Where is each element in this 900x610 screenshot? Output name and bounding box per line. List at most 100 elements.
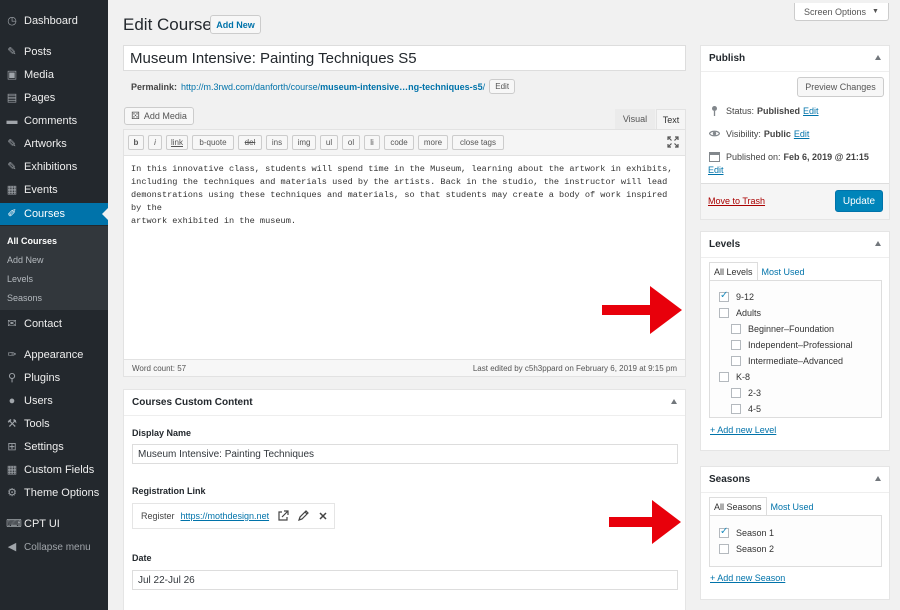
update-button[interactable]: Update xyxy=(835,190,883,212)
submenu-all-courses[interactable]: All Courses xyxy=(7,236,57,246)
level-checkbox[interactable] xyxy=(719,290,729,302)
level-9-12[interactable]: 9-12 xyxy=(719,290,754,302)
collapse-menu[interactable]: ◀ Collapse menu xyxy=(0,536,108,558)
add-new-season-link[interactable]: + Add new Season xyxy=(710,573,785,583)
level-checkbox[interactable] xyxy=(731,340,741,350)
nav-media[interactable]: ▣ Media xyxy=(0,64,108,86)
nav-settings[interactable]: ⊞ Settings xyxy=(0,436,108,458)
permalink-link[interactable]: http://m.3rwd.com/danforth/course/museum… xyxy=(181,82,485,92)
visibility-edit-link[interactable]: Edit xyxy=(794,129,810,139)
submenu-add-new[interactable]: Add New xyxy=(7,255,44,265)
level-4-5[interactable]: 4-5 xyxy=(731,404,761,414)
custom-content-title[interactable]: Courses Custom Content xyxy=(124,390,685,416)
tab-all-levels[interactable]: All Levels xyxy=(709,262,758,281)
season-1[interactable]: Season 1 xyxy=(719,526,774,538)
qt-ol-button[interactable]: ol xyxy=(342,135,360,150)
levels-title[interactable]: Levels xyxy=(701,232,889,258)
level-checkbox[interactable] xyxy=(719,372,729,382)
qt-code-button[interactable]: code xyxy=(384,135,414,150)
tab-most-used-levels[interactable]: Most Used xyxy=(758,262,809,281)
qt-bquote-button[interactable]: b-quote xyxy=(192,135,234,150)
level-checkbox[interactable] xyxy=(731,324,741,334)
move-to-trash-link[interactable]: Move to Trash xyxy=(708,196,765,206)
status-edit-link[interactable]: Edit xyxy=(803,106,819,116)
tab-most-used-seasons[interactable]: Most Used xyxy=(767,497,818,516)
external-link-icon[interactable] xyxy=(277,510,289,522)
seasons-checklist[interactable]: Season 1 Season 2 xyxy=(709,515,882,567)
level-independent-professional[interactable]: Independent–Professional xyxy=(731,340,853,350)
nav-dashboard[interactable]: ◷ Dashboard xyxy=(0,10,108,32)
seasons-title[interactable]: Seasons xyxy=(701,467,889,493)
tab-text[interactable]: Text xyxy=(656,109,686,129)
level-beginner-foundation[interactable]: Beginner–Foundation xyxy=(731,324,834,334)
season-checkbox[interactable] xyxy=(719,526,729,538)
add-new-button[interactable]: Add New xyxy=(210,15,261,34)
nav-pages[interactable]: ▤ Pages xyxy=(0,87,108,109)
season-checkbox[interactable] xyxy=(719,544,729,554)
fullscreen-icon[interactable] xyxy=(667,136,679,148)
tab-all-seasons[interactable]: All Seasons xyxy=(709,497,767,516)
appearance-icon: ✑ xyxy=(7,349,17,361)
nav-exhibitions[interactable]: ✎ Exhibitions xyxy=(0,156,108,178)
qt-close-tags-button[interactable]: close tags xyxy=(452,135,504,150)
nav-artworks[interactable]: ✎ Artworks xyxy=(0,133,108,155)
published-edit-link[interactable]: Edit xyxy=(708,165,724,175)
submenu-levels[interactable]: Levels xyxy=(7,274,33,284)
level-2-3[interactable]: 2-3 xyxy=(731,388,761,398)
level-k-8[interactable]: K-8 xyxy=(719,372,750,382)
registration-link-url[interactable]: https://mothdesign.net xyxy=(181,511,270,521)
add-media-button[interactable]: ⚄ Add Media xyxy=(124,107,194,125)
collapse-toggle-icon[interactable] xyxy=(671,399,677,404)
nav-tools[interactable]: ⚒ Tools xyxy=(0,413,108,435)
gear-icon: ⚙ xyxy=(7,487,17,499)
add-new-level-link[interactable]: + Add new Level xyxy=(710,425,776,435)
word-count: Word count: 57 xyxy=(132,364,187,373)
date-input[interactable]: Jul 22-Jul 26 xyxy=(132,570,678,590)
preview-changes-button[interactable]: Preview Changes xyxy=(797,77,884,97)
content-textarea[interactable]: In this innovative class, students will … xyxy=(131,163,677,228)
nav-theme-options[interactable]: ⚙ Theme Options xyxy=(0,482,108,504)
qt-li-button[interactable]: li xyxy=(364,135,380,150)
levels-tabs: All Levels Most Used xyxy=(709,262,809,281)
nav-courses[interactable]: ✐ Courses xyxy=(0,203,108,225)
season-2[interactable]: Season 2 xyxy=(719,544,774,554)
publish-title[interactable]: Publish xyxy=(701,46,889,72)
qt-more-button[interactable]: more xyxy=(418,135,448,150)
qt-bold-button[interactable]: b xyxy=(128,135,144,150)
nav-plugins[interactable]: ⚲ Plugins xyxy=(0,367,108,389)
nav-comments[interactable]: ▬ Comments xyxy=(0,110,108,132)
qt-italic-button[interactable]: i xyxy=(148,135,162,150)
level-checkbox[interactable] xyxy=(719,308,729,318)
nav-contact[interactable]: ✉ Contact xyxy=(0,313,108,335)
level-checkbox[interactable] xyxy=(731,356,741,366)
nav-users[interactable]: ● Users xyxy=(0,390,108,412)
level-intermediate-advanced[interactable]: Intermediate–Advanced xyxy=(731,356,843,366)
level-checkbox[interactable] xyxy=(731,404,741,414)
level-adults[interactable]: Adults xyxy=(719,308,761,318)
qt-ul-button[interactable]: ul xyxy=(320,135,338,150)
close-icon[interactable] xyxy=(317,510,329,522)
post-title-input[interactable]: Museum Intensive: Painting Techniques S5 xyxy=(123,45,686,71)
display-name-input[interactable]: Museum Intensive: Painting Techniques xyxy=(132,444,678,464)
submenu-seasons[interactable]: Seasons xyxy=(7,293,42,303)
pencil-icon[interactable] xyxy=(297,510,309,522)
eye-icon xyxy=(709,130,720,137)
nav-cpt-ui[interactable]: ⌨ CPT UI xyxy=(0,513,108,535)
collapse-toggle-icon[interactable] xyxy=(875,55,881,60)
nav-events[interactable]: ▦ Events xyxy=(0,179,108,201)
nav-posts[interactable]: ✎ Posts xyxy=(0,41,108,63)
qt-ins-button[interactable]: ins xyxy=(266,135,288,150)
levels-checklist[interactable]: 9-12 Adults Beginner–Foundation Independ… xyxy=(709,280,882,418)
collapse-toggle-icon[interactable] xyxy=(875,476,881,481)
admin-sidebar: ◷ Dashboard ✎ Posts ▣ Media ▤ Pages ▬ Comment… xyxy=(0,0,108,610)
screen-options-button[interactable]: Screen Options ▼ xyxy=(794,3,889,21)
tab-visual[interactable]: Visual xyxy=(615,109,655,129)
level-checkbox[interactable] xyxy=(731,388,741,398)
qt-del-button[interactable]: del xyxy=(238,135,262,150)
qt-img-button[interactable]: img xyxy=(292,135,316,150)
nav-custom-fields[interactable]: ▦ Custom Fields xyxy=(0,459,108,481)
permalink-edit-button[interactable]: Edit xyxy=(489,79,516,94)
qt-link-button[interactable]: link xyxy=(166,135,188,150)
collapse-toggle-icon[interactable] xyxy=(875,241,881,246)
nav-appearance[interactable]: ✑ Appearance xyxy=(0,344,108,366)
